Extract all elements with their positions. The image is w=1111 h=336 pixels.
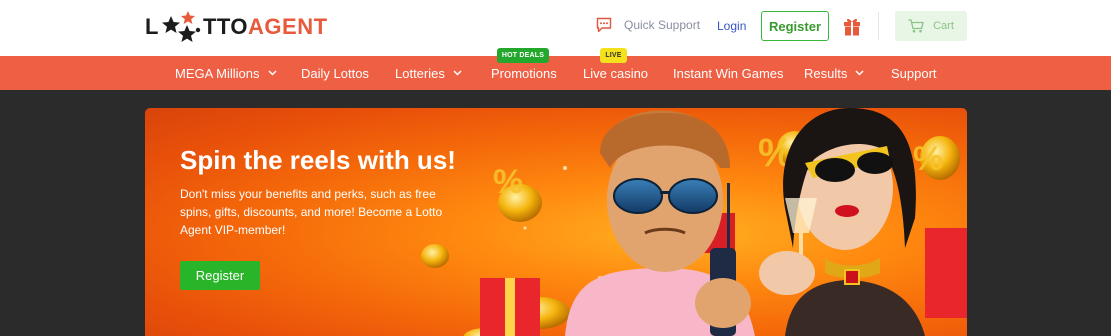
nav-item-daily-lottos[interactable]: Daily Lottos (301, 56, 369, 90)
login-link[interactable]: Login (717, 19, 746, 33)
svg-text:%: % (913, 140, 943, 178)
gift-icon[interactable] (843, 16, 861, 36)
nav-item-label: Daily Lottos (301, 65, 369, 81)
live-badge: LIVE (600, 48, 627, 63)
chat-support-icon (596, 17, 612, 33)
nav-item-results[interactable]: Results (804, 56, 864, 90)
nav-item-label: Lotteries (395, 65, 445, 81)
cart-label: Cart (933, 20, 954, 32)
nav-item-label: Results (804, 65, 848, 81)
site-header: L TTO AGENT Quick Support Login Register (0, 0, 1111, 56)
nav-item-label: Live casino (583, 65, 649, 81)
logo-letter-l: L (145, 14, 159, 39)
logo-text-agent: AGENT (248, 14, 328, 39)
cart-icon (908, 19, 924, 33)
svg-text:%: % (493, 163, 523, 201)
banner-register-button[interactable]: Register (180, 261, 260, 290)
header-divider (878, 12, 879, 40)
quick-support-link[interactable]: Quick Support (596, 17, 700, 33)
promo-banner[interactable]: % % % Spin the reels with us! Don't miss… (145, 108, 967, 336)
nav-item-label: Support (891, 65, 937, 81)
nav-item-lotteries[interactable]: Lotteries (395, 56, 462, 90)
logo-text-tto: TTO (202, 14, 249, 39)
quick-support-label: Quick Support (624, 18, 701, 32)
nav-item-support[interactable]: Support (891, 56, 937, 90)
chevron-down-icon (453, 70, 462, 76)
hot-deals-badge: HOT DEALS (497, 48, 549, 63)
nav-item-label: Promotions (491, 65, 557, 81)
header-register-button[interactable]: Register (761, 11, 829, 41)
banner-description: Don't miss your benefits and perks, such… (180, 187, 443, 237)
chevron-down-icon (855, 70, 864, 76)
nav-item-label: Instant Win Games (673, 65, 784, 81)
banner-title: Spin the reels with us! (180, 145, 456, 175)
lottoagent-logo[interactable]: L TTO AGENT (145, 9, 328, 45)
nav-item-label: MEGA Millions (175, 65, 260, 81)
nav-item-mega-millions[interactable]: MEGA Millions (175, 56, 277, 90)
nav-item-instant-win-games[interactable]: Instant Win Games (673, 56, 784, 90)
cart-button[interactable]: Cart (895, 11, 967, 41)
chevron-down-icon (268, 70, 277, 76)
logo-stars-icon (161, 11, 201, 42)
main-navigation: MEGA Millions Daily Lottos Lotteries Pro… (0, 56, 1111, 90)
